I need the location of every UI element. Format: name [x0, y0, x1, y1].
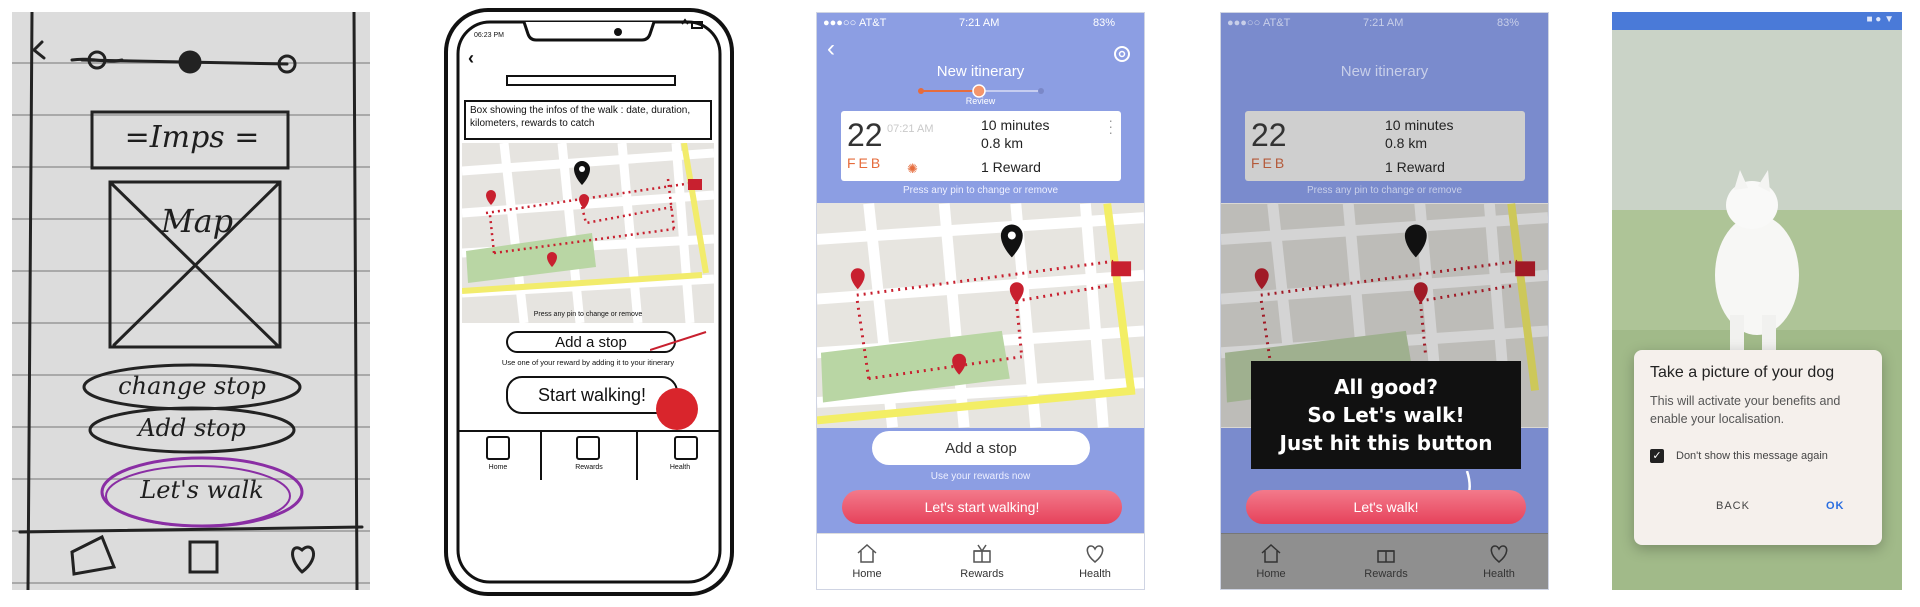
tab-bar: Home Rewards Health	[817, 533, 1144, 589]
more-options-icon[interactable]: · · ·	[1108, 113, 1113, 139]
tab-home[interactable]: Home	[817, 534, 917, 590]
tab-health[interactable]: Health	[1045, 534, 1145, 590]
carrier-label-dim: AT&T	[1263, 17, 1291, 29]
tab-rewards[interactable]: Rewards	[932, 534, 1032, 590]
sketch-add-stop: Add stop	[138, 414, 246, 442]
start-time: 07:21 AM	[887, 123, 934, 135]
reward-gift-icon: ✺	[907, 161, 918, 176]
tab-health-dim: Health	[1449, 534, 1549, 590]
wireframe-tab-home[interactable]: Home	[458, 464, 538, 471]
tab-home-dim: Home	[1221, 534, 1321, 590]
sketch-map-label: Map	[160, 202, 234, 240]
sketch-title: =Imps =	[124, 120, 260, 155]
sketch-change-stop: change stop	[118, 372, 266, 400]
back-icon[interactable]: ‹	[827, 35, 835, 63]
pin-hint: Press any pin to change or remove	[902, 185, 1059, 196]
wireframe-clock: 06:23 PM	[474, 32, 504, 39]
paper-sketch-panel: =Imps = Map change stop Add stop Let's w…	[12, 12, 370, 590]
onboarding-tooltip: All good? So Let's walk! Just hit this b…	[1251, 361, 1521, 469]
pin-hint-dim: Press any pin to change or remove	[1306, 185, 1463, 196]
photo-dialog: Take a picture of your dog This will act…	[1634, 350, 1882, 545]
onboarding-overlay-panel: ●●●○○ AT&T 7:21 AM 83% New itinerary 22 …	[1220, 12, 1549, 590]
rewards-hint: Use your rewards now	[930, 471, 1031, 482]
wireframe-tab-health[interactable]: Health	[640, 464, 720, 471]
wireframe-health-icon[interactable]	[674, 436, 698, 460]
dont-show-checkbox[interactable]: ✓	[1650, 449, 1664, 463]
design-process-stage: =Imps = Map change stop Add stop Let's w…	[0, 0, 1920, 607]
dialog-title: Take a picture of your dog	[1650, 364, 1835, 381]
wireframe-start-walking-button[interactable]: Start walking!	[506, 376, 678, 414]
heart-icon-dim	[1490, 545, 1508, 563]
wireframe-info-box: Box showing the infos of the walk : date…	[464, 100, 712, 140]
date-month-dim: FEB	[1251, 155, 1288, 171]
walk-duration-dim: 10 minutes	[1385, 117, 1454, 133]
tab-home-label-dim: Home	[1256, 568, 1286, 580]
add-stop-button[interactable]: Add a stop	[872, 431, 1090, 465]
wireframe-phone-panel: 06:23 PM ‹ Box showing the infos of the …	[444, 8, 734, 596]
walk-summary-card-dim: 22 FEB 10 minutes 0.8 km 1 Reward	[1245, 111, 1525, 181]
tab-rewards-label: Rewards	[960, 568, 1004, 580]
start-walking-button[interactable]: Let's start walking!	[842, 490, 1122, 524]
tab-health-label: Health	[1079, 568, 1111, 580]
signal-icon: ●●●○○	[823, 17, 857, 29]
walk-distance: 0.8 km	[981, 135, 1024, 151]
dialog-body: This will activate your benefits and ena…	[1650, 394, 1841, 426]
tab-bar-dim: Home Rewards Health	[1221, 533, 1548, 589]
wireframe-pin-hint: Press any pin to change or remove	[533, 311, 643, 318]
tab-home-label: Home	[852, 568, 882, 580]
android-dialog-panel: ■ ● ▼ Take a picture of your dog This wi…	[1612, 12, 1902, 590]
wireframe-rewards-icon[interactable]	[576, 436, 600, 460]
date-month: FEB	[847, 155, 884, 171]
gift-icon	[973, 544, 991, 563]
dont-show-label[interactable]: Don't show this message again	[1676, 450, 1828, 462]
home-icon	[857, 543, 877, 563]
android-status-bar: ■ ● ▼	[1612, 12, 1902, 30]
walk-summary-card[interactable]: 22 FEB 07:21 AM 10 minutes 0.8 km 1 Rewa…	[841, 111, 1121, 181]
battery-label-dim: 83%	[1497, 17, 1520, 29]
wireframe-back-icon[interactable]: ‹	[468, 48, 474, 69]
carrier-label: AT&T	[859, 17, 887, 29]
tooltip-line-1: All good?	[1334, 375, 1438, 399]
status-bar: ●●●○○ AT&T 7:21 AM 83%	[817, 13, 1144, 33]
wireframe-map[interactable]	[462, 143, 714, 323]
date-day: 22	[847, 117, 883, 153]
status-time-dim: 7:21 AM	[1363, 17, 1404, 29]
wireframe-annotation-line	[650, 331, 707, 351]
step-label: Review	[965, 96, 996, 106]
route-map[interactable]	[817, 203, 1144, 428]
tab-rewards-dim: Rewards	[1336, 534, 1436, 590]
home-icon-dim	[1261, 543, 1281, 563]
gift-icon-dim	[1377, 550, 1395, 563]
wireframe-touch-indicator	[656, 388, 698, 430]
page-title-dim: New itinerary	[1340, 63, 1429, 80]
tooltip-line-3: Just hit this button	[1279, 431, 1493, 455]
hifi-mockup-panel: ●●●○○ AT&T 7:21 AM 83% ‹ New itinerary R…	[816, 12, 1145, 590]
lets-walk-button[interactable]: Let's walk!	[1246, 490, 1526, 524]
settings-icon[interactable]	[1112, 44, 1132, 64]
wireframe-progress-bar	[506, 75, 676, 86]
status-time: 7:21 AM	[959, 17, 1000, 29]
walk-duration: 10 minutes	[981, 117, 1050, 133]
back-button[interactable]: BACK	[1716, 500, 1750, 512]
android-status-icons: ■ ● ▼	[1866, 14, 1894, 25]
walk-rewards-dim: 1 Reward	[1385, 159, 1445, 175]
status-bar-dim: ●●●○○ AT&T 7:21 AM 83%	[1221, 13, 1548, 33]
walk-rewards: 1 Reward	[981, 159, 1041, 175]
wireframe-home-icon[interactable]	[486, 436, 510, 460]
wireframe-tab-rewards[interactable]: Rewards	[544, 464, 634, 471]
page-title: New itinerary	[936, 63, 1025, 80]
heart-icon	[1086, 545, 1104, 563]
tab-health-label-dim: Health	[1483, 568, 1515, 580]
tooltip-line-2: So Let's walk!	[1307, 403, 1465, 427]
signal-icon-dim: ●●●○○	[1227, 17, 1261, 29]
ok-button[interactable]: OK	[1826, 500, 1845, 512]
sketch-lets-walk: Let's walk	[140, 476, 264, 504]
walk-distance-dim: 0.8 km	[1385, 135, 1428, 151]
wireframe-tabbar: Home Rewards Health	[458, 430, 720, 480]
tab-rewards-label-dim: Rewards	[1364, 568, 1408, 580]
battery-label: 83%	[1093, 17, 1116, 29]
date-day-dim: 22	[1251, 117, 1287, 153]
